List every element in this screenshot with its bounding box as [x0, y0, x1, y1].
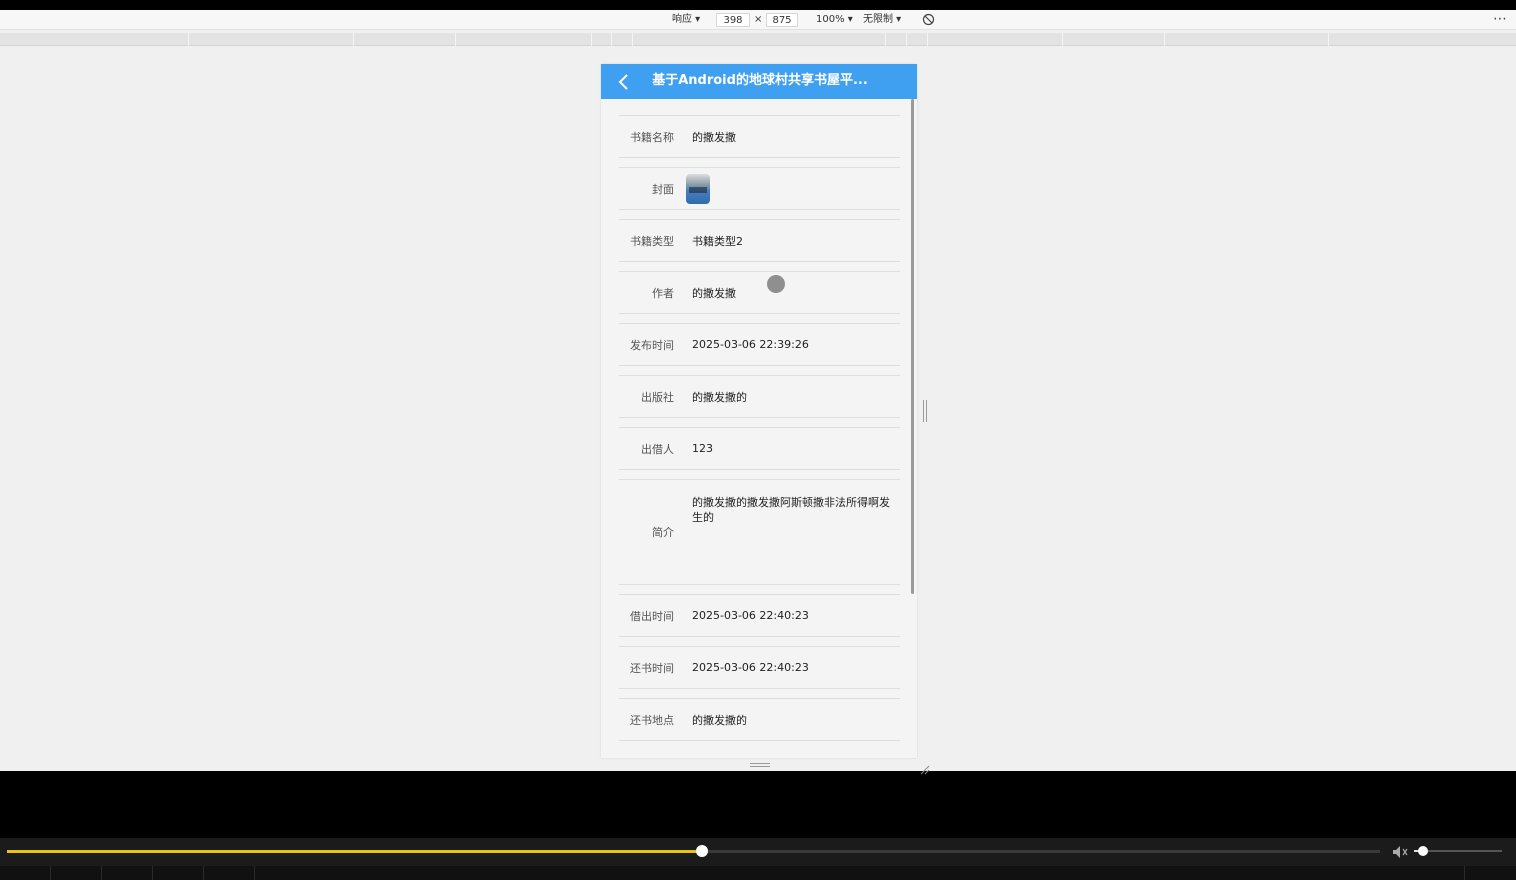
- field-label: 还书地点: [630, 713, 674, 727]
- field-label: 出借人: [641, 442, 674, 456]
- field-label: 简介: [652, 526, 674, 539]
- width-input[interactable]: 398: [716, 13, 750, 27]
- field-label: 作者: [652, 286, 674, 300]
- field-value: 2025-03-06 22:39:26: [692, 338, 809, 351]
- field-value: 2025-03-06 22:40:23: [692, 609, 809, 622]
- field-lend-time: 借出时间 2025-03-06 22:40:23: [619, 594, 900, 637]
- field-label: 书籍名称: [630, 130, 674, 144]
- field-value: 2025-03-06 22:40:23: [692, 661, 809, 674]
- field-lender: 出借人 123: [619, 427, 900, 470]
- more-options-icon[interactable]: ⋯: [1493, 11, 1508, 27]
- field-label: 借出时间: [630, 609, 674, 623]
- rotate-icon[interactable]: [922, 13, 935, 27]
- field-author: 作者 的撒发撒: [619, 271, 900, 314]
- touch-cursor: [767, 275, 785, 293]
- video-player-controls: [0, 838, 1516, 866]
- field-return-place: 还书地点 的撒发撒的: [619, 698, 900, 741]
- field-book-name: 书籍名称 的撒发撒: [619, 115, 900, 158]
- field-book-type: 书籍类型 书籍类型2: [619, 219, 900, 262]
- seek-bar[interactable]: [7, 850, 1380, 853]
- back-icon[interactable]: [609, 68, 637, 96]
- field-label: 书籍类型: [630, 234, 674, 248]
- resize-handle-bottom[interactable]: [750, 763, 770, 767]
- seek-progress: [7, 850, 702, 853]
- field-publish-time: 发布时间 2025-03-06 22:39:26: [619, 323, 900, 366]
- field-summary: 简介 的撒发撒的撒发撒阿斯顿撒非法所得啊发生的: [619, 479, 900, 585]
- taskbar: [0, 866, 1516, 880]
- device-select[interactable]: 响应 ▾: [672, 13, 700, 27]
- resize-handle-right[interactable]: [923, 400, 927, 422]
- page-title: 基于Android的地球村共享书屋平...: [652, 73, 868, 88]
- cover-image[interactable]: [686, 173, 710, 204]
- field-value: 的撒发撒的: [692, 390, 747, 404]
- field-value: 123: [692, 442, 713, 455]
- zoom-select[interactable]: 100% ▾: [816, 13, 853, 27]
- top-strip: [0, 0, 1516, 10]
- field-publisher: 出版社 的撒发撒的: [619, 375, 900, 418]
- height-input[interactable]: 875: [766, 13, 798, 27]
- field-value: 的撒发撒: [692, 130, 736, 144]
- device-toolbar: 响应 ▾ 398 × 875 100% ▾ 无限制 ▾ ⋯: [0, 10, 1516, 30]
- mobile-screen: 基于Android的地球村共享书屋平... 书籍名称 的撒发撒 封面 书籍类型 …: [601, 64, 917, 758]
- dimension-separator: ×: [754, 14, 763, 25]
- field-return-time: 还书时间 2025-03-06 22:40:23: [619, 646, 900, 689]
- cover-thumbnail[interactable]: [686, 173, 710, 204]
- throttle-select[interactable]: 无限制 ▾: [863, 13, 901, 27]
- volume-thumb[interactable]: [1417, 846, 1428, 856]
- media-query-ruler: [0, 33, 1516, 46]
- field-cover: 封面: [619, 167, 900, 210]
- field-label: 还书时间: [630, 661, 674, 675]
- book-detail-list: 书籍名称 的撒发撒 封面 书籍类型 书籍类型2 作者 的撒发撒 发布时间 202…: [619, 115, 900, 750]
- field-label: 出版社: [641, 390, 674, 404]
- browser-viewport: 响应 ▾ 398 × 875 100% ▾ 无限制 ▾ ⋯ 基于Android的…: [0, 0, 1516, 775]
- field-label: 封面: [652, 182, 674, 196]
- app-header: 基于Android的地球村共享书屋平...: [601, 64, 917, 99]
- field-label: 发布时间: [630, 338, 674, 352]
- field-value: 的撒发撒: [692, 286, 736, 300]
- field-value: 的撒发撒的: [692, 713, 747, 727]
- field-value: 书籍类型2: [692, 234, 743, 248]
- resize-handle-corner[interactable]: [918, 760, 930, 775]
- page-scrollbar[interactable]: [911, 99, 914, 594]
- field-value: 的撒发撒的撒发撒阿斯顿撒非法所得啊发生的: [692, 496, 890, 524]
- volume-icon[interactable]: [1392, 844, 1408, 858]
- seek-thumb[interactable]: [695, 845, 708, 857]
